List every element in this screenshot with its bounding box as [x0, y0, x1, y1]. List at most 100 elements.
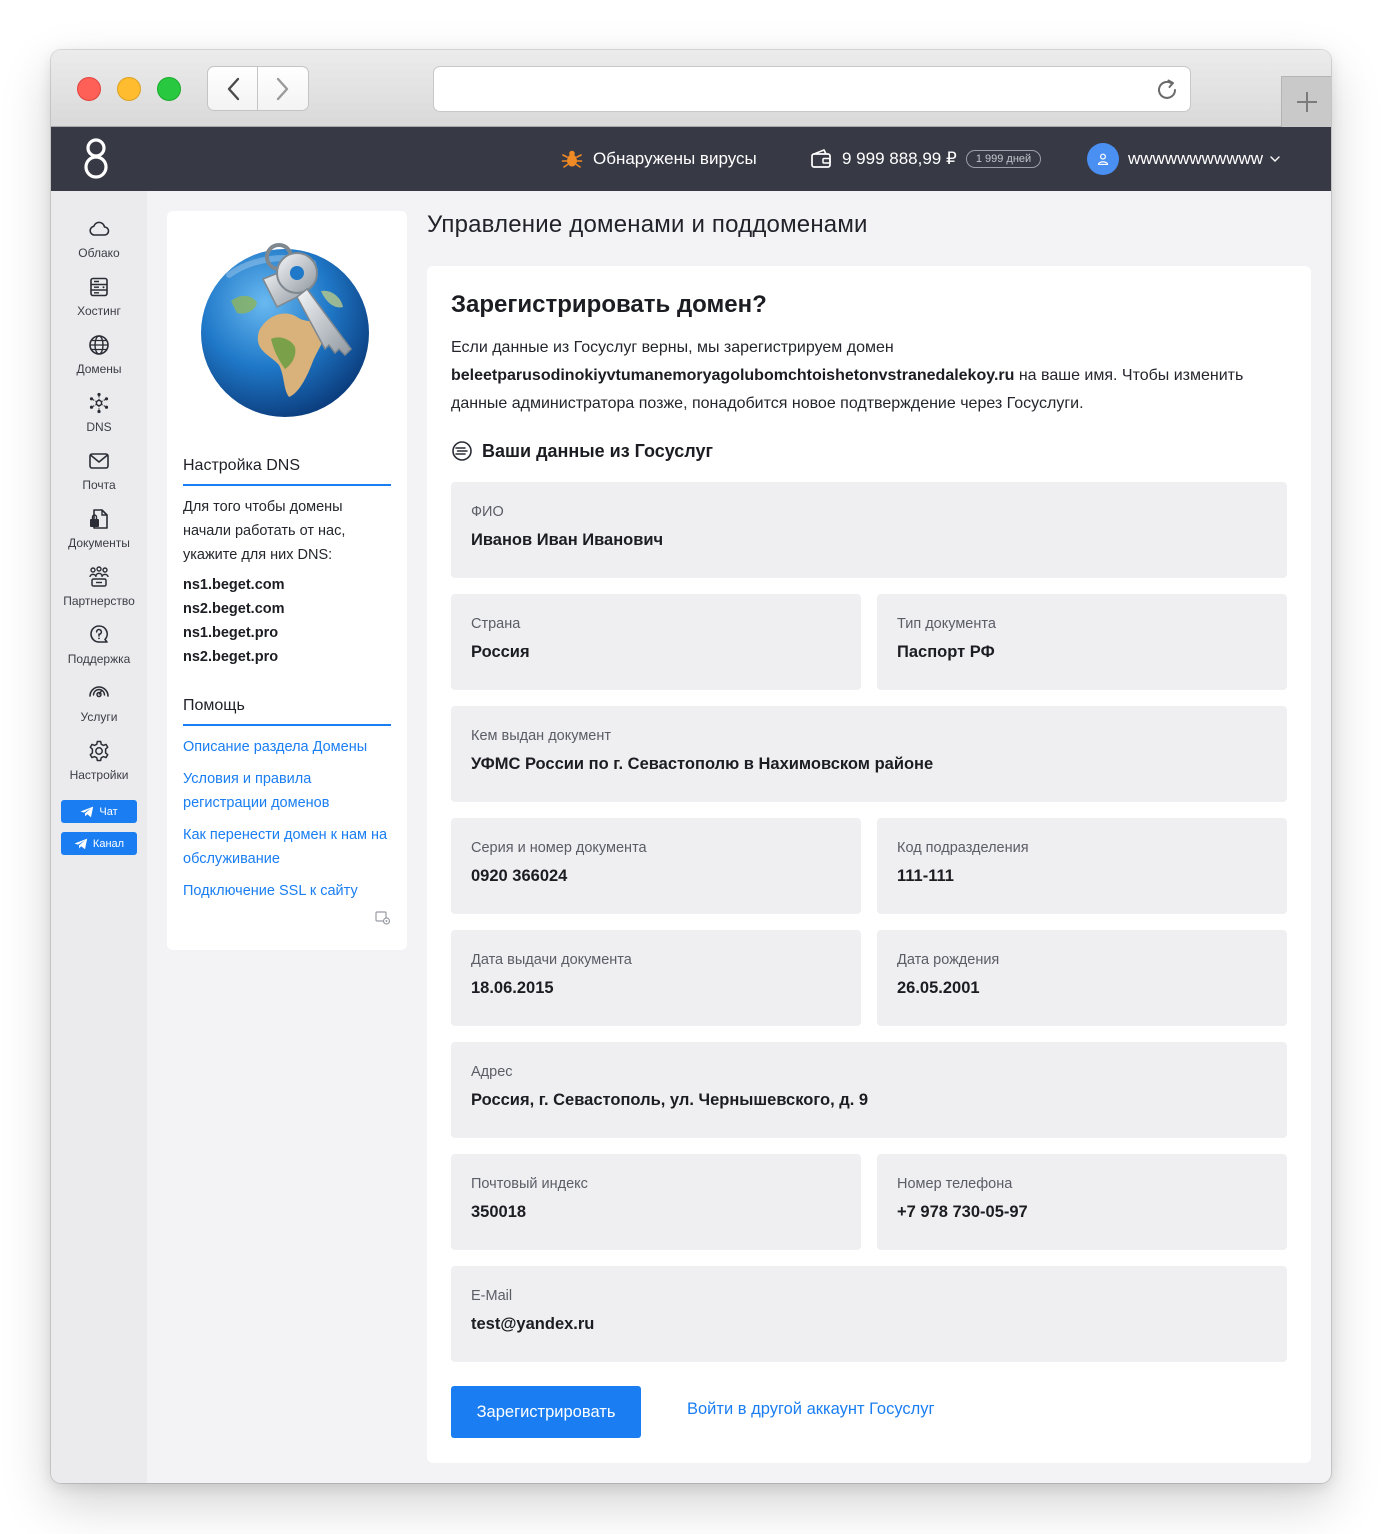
cloud-icon — [89, 221, 110, 236]
nameserver-2: ns2.beget.com — [183, 601, 285, 617]
field-label: ФИО — [471, 504, 504, 520]
back-button[interactable] — [207, 66, 258, 111]
address-bar[interactable] — [433, 66, 1191, 112]
field-value: Россия, г. Севастополь, ул. Чернышевског… — [471, 1091, 869, 1109]
field-value: Иванов Иван Иванович — [471, 531, 664, 549]
domain-name: beleetparusodinokiyvtumanemoryagolubomch… — [451, 367, 1015, 384]
nav-item-cloud[interactable]: Облако — [51, 217, 147, 275]
app-header: Обнаружены вирусы 9 999 888,99 ₽ 1 999 д… — [51, 127, 1331, 191]
other-gosuslugi-account-link[interactable]: Войти в другой аккаунт Госуслуг — [687, 1400, 935, 1419]
nav-item-hosting[interactable]: Хостинг — [51, 275, 147, 333]
services-icon — [89, 686, 109, 698]
nav-item-partnership[interactable]: Партнерство — [51, 565, 147, 623]
help-link-domains-section[interactable]: Описание раздела Домены — [183, 735, 393, 759]
close-window-button[interactable] — [77, 77, 101, 101]
partners-icon — [89, 566, 109, 587]
field-phone: Номер телефона +7 978 730-05-97 — [877, 1154, 1287, 1250]
virus-alert[interactable]: Обнаружены вирусы — [561, 127, 757, 191]
nameserver-3: ns1.beget.pro — [183, 625, 279, 641]
field-label: Дата выдачи документа — [471, 952, 632, 968]
help-link-transfer-domain[interactable]: Как перенести домен к нам на обслуживани… — [183, 823, 393, 871]
field-issued-by: Кем выдан документ УФМС России по г. Сев… — [451, 706, 1287, 802]
wallet-icon — [811, 149, 831, 168]
nav-item-dns[interactable]: DNS — [51, 391, 147, 449]
nav-label: Облако — [78, 246, 120, 260]
dns-settings-heading: Настройка DNS — [183, 457, 391, 486]
field-label: Дата рождения — [897, 952, 1000, 968]
nav-label: Партнерство — [63, 594, 135, 608]
main-navigation: Облако Хостинг Домены DNS Почта Документ… — [51, 191, 147, 1483]
gosuslugi-data-heading: Ваши данные из Госуслуг — [451, 438, 713, 464]
field-label: Код подразделения — [897, 840, 1029, 856]
help-link-ssl[interactable]: Подключение SSL к сайту — [183, 879, 393, 903]
browser-toolbar — [51, 50, 1331, 127]
support-icon — [90, 625, 108, 643]
telegram-chat-button[interactable]: Чат — [61, 800, 137, 823]
field-value: 111-111 — [897, 867, 954, 885]
field-value: test@yandex.ru — [471, 1315, 595, 1333]
field-label: E-Mail — [471, 1288, 513, 1304]
mail-icon — [89, 453, 109, 469]
globe-icon — [89, 335, 109, 355]
help-link-registration-rules[interactable]: Условия и правила регистрации доменов — [183, 767, 333, 815]
channel-label: Канал — [92, 837, 125, 850]
documents-icon — [90, 509, 108, 529]
nav-item-documents[interactable]: Документы — [51, 507, 147, 565]
field-label: Серия и номер документа — [471, 840, 647, 856]
subheading-text: Ваши данные из Госуслуг — [482, 440, 714, 461]
chevron-left-icon — [227, 77, 239, 100]
gosuslugi-icon — [452, 441, 472, 461]
nav-item-mail[interactable]: Почта — [51, 449, 147, 507]
field-value: +7 978 730-05-97 — [897, 1203, 1028, 1221]
dns-instructions: Для того чтобы домены начали работать от… — [183, 499, 346, 563]
new-tab-button[interactable] — [1281, 76, 1331, 127]
field-value: 18.06.2015 — [471, 979, 554, 997]
beget-logo[interactable] — [81, 136, 111, 182]
nav-label: Настройки — [69, 768, 129, 782]
field-label: Номер телефона — [897, 1176, 1013, 1192]
field-document-number: Серия и номер документа 0920 366024 — [451, 818, 861, 914]
user-icon — [1097, 153, 1109, 165]
field-value: 350018 — [471, 1203, 527, 1221]
field-birth-date: Дата рождения 26.05.2001 — [877, 930, 1287, 1026]
field-label: Тип документа — [897, 616, 996, 632]
user-menu[interactable]: wwwwwwwwwww — [1087, 127, 1281, 191]
description-prefix: Если данные из Госуслуг верны, мы зареги… — [451, 339, 894, 356]
forward-button[interactable] — [258, 66, 309, 111]
card-description: Если данные из Госуслуг верны, мы зареги… — [451, 334, 1281, 418]
field-value: 0920 366024 — [471, 867, 568, 885]
plus-icon — [1296, 92, 1317, 112]
server-icon — [90, 277, 108, 297]
days-left-badge: 1 999 дней — [965, 150, 1042, 168]
bug-icon — [561, 150, 583, 168]
field-fio: ФИО Иванов Иван Иванович — [451, 482, 1287, 578]
chevron-right-icon — [276, 77, 289, 100]
field-document-type: Тип документа Паспорт РФ — [877, 594, 1287, 690]
balance-amount: 9 999 888,99 ₽ — [842, 149, 957, 168]
field-postcode: Почтовый индекс 350018 — [451, 1154, 861, 1250]
globe-with-keys-illustration — [201, 243, 369, 417]
maximize-window-button[interactable] — [157, 77, 181, 101]
widget-settings-icon[interactable] — [375, 911, 391, 925]
field-value: Россия — [471, 643, 530, 661]
register-button[interactable]: Зарегистрировать — [451, 1386, 641, 1438]
field-label: Адрес — [471, 1064, 513, 1080]
field-label: Кем выдан документ — [471, 728, 611, 744]
field-country: Страна Россия — [451, 594, 861, 690]
telegram-channel-button[interactable]: Канал — [61, 832, 137, 855]
field-email: E-Mail test@yandex.ru — [451, 1266, 1287, 1362]
nav-item-services[interactable]: Услуги — [51, 681, 147, 739]
reload-icon[interactable] — [1154, 77, 1180, 103]
nav-item-support[interactable]: Поддержка — [51, 623, 147, 681]
nav-item-settings[interactable]: Настройки — [51, 739, 147, 797]
info-sidebar: Настройка DNS Для того чтобы домены нача… — [167, 211, 407, 950]
nav-item-domains[interactable]: Домены — [51, 333, 147, 391]
nav-label: Услуги — [80, 710, 118, 724]
telegram-icon — [74, 838, 88, 849]
minimize-window-button[interactable] — [117, 77, 141, 101]
balance[interactable]: 9 999 888,99 ₽ 1 999 дней — [810, 127, 1042, 191]
telegram-icon — [80, 806, 94, 817]
nameserver-4: ns2.beget.pro — [183, 649, 279, 665]
nav-label: Поддержка — [67, 652, 131, 666]
field-value: 26.05.2001 — [897, 979, 980, 997]
